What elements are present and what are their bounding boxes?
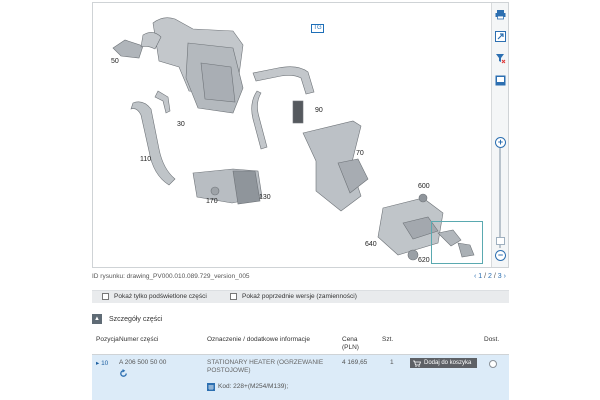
display-options-bar: Pokaż tylko podświetlone części Pokaż po… xyxy=(92,290,509,303)
print-icon[interactable] xyxy=(495,9,506,20)
availability-radio[interactable] xyxy=(489,360,497,368)
pager-page-1[interactable]: 1 xyxy=(478,273,482,280)
detail-zoom-box[interactable] xyxy=(431,221,483,264)
drawing-id-text: ID rysunku: drawing_PV000.010.089.729_ve… xyxy=(92,273,250,280)
callout-30[interactable]: 30 xyxy=(177,121,185,128)
callout-640[interactable]: 640 xyxy=(365,241,377,248)
cart-icon xyxy=(413,360,421,367)
zoom-in-icon[interactable]: + xyxy=(495,137,506,148)
parts-drawing-viewer[interactable]: TG 50 30 90 110 70 600 170 130 640 620 2… xyxy=(92,2,509,268)
row-code: Kod: 228+(M254/M139); xyxy=(218,383,289,390)
zoom-slider-handle[interactable] xyxy=(496,237,505,245)
col-designation[interactable]: Oznaczenie / dodatkowe informacje xyxy=(207,336,310,344)
col-part-number[interactable]: Numer części xyxy=(119,336,158,344)
show-previous-checkbox[interactable] xyxy=(230,293,237,300)
calendar-icon xyxy=(207,383,215,391)
pager-separator: / xyxy=(484,273,487,280)
callout-90[interactable]: 90 xyxy=(315,107,323,114)
row-position[interactable]: ▸ 10 xyxy=(96,360,108,368)
show-highlighted-option[interactable]: Pokaż tylko podświetlone części xyxy=(102,293,207,300)
col-position[interactable]: Pozycja xyxy=(96,336,119,344)
row-designation: STATIONARY HEATER (OGRZEWANIE POSTOJOWE) xyxy=(207,359,324,374)
row-price: 4 169,65 xyxy=(342,359,368,366)
refresh-icon[interactable] xyxy=(119,369,128,378)
callout-600[interactable]: 600 xyxy=(418,183,430,190)
show-highlighted-checkbox[interactable] xyxy=(102,293,109,300)
callout-110[interactable]: 110 xyxy=(140,156,151,163)
zoom-out-icon[interactable]: − xyxy=(495,250,506,261)
col-qty[interactable]: Szt. xyxy=(382,336,393,344)
pager-next-button[interactable]: › xyxy=(504,273,506,280)
row-part-number[interactable]: A 206 500 50 00 xyxy=(119,359,166,367)
callout-50[interactable]: 50 xyxy=(111,58,119,65)
viewer-toolbar: + − xyxy=(491,3,508,267)
collapse-toggle-button[interactable]: ▲ xyxy=(92,314,102,324)
show-previous-option[interactable]: Pokaż poprzednie wersje (zamienności) xyxy=(230,293,357,300)
drawing-pager: ‹ 1 / 2 / 3 › xyxy=(474,273,506,280)
callout-70[interactable]: 70 xyxy=(356,150,364,157)
table-row[interactable]: ▸ 10 A 206 500 50 00 STATIONARY HEATER (… xyxy=(92,355,509,400)
export-icon[interactable] xyxy=(495,31,506,42)
col-price-unit: (PLN) xyxy=(342,344,359,351)
row-quantity[interactable]: 1 xyxy=(390,359,394,367)
show-highlighted-label: Pokaż tylko podświetlone części xyxy=(114,293,207,300)
show-previous-label: Pokaż poprzednie wersje (zamienności) xyxy=(242,293,357,300)
diagram-reference-tag[interactable]: TG xyxy=(311,24,324,33)
part-details-header: ▲ Szczegóły części xyxy=(92,314,162,324)
zoom-slider-track[interactable] xyxy=(499,148,501,248)
parts-catalog-page: TG 50 30 90 110 70 600 170 130 640 620 2… xyxy=(0,0,600,400)
callout-130[interactable]: 130 xyxy=(259,194,271,201)
fullscreen-icon[interactable] xyxy=(495,75,506,86)
pager-separator: / xyxy=(493,273,496,280)
callout-620[interactable]: 620 xyxy=(418,257,430,264)
col-availability[interactable]: Dost. xyxy=(484,336,499,344)
filter-icon[interactable] xyxy=(495,53,506,64)
part-details-title: Szczegóły części xyxy=(109,315,163,323)
pager-page-2[interactable]: 2 xyxy=(488,273,492,280)
add-to-cart-label: Dodaj do koszyka xyxy=(424,360,472,366)
pager-page-3[interactable]: 3 xyxy=(498,273,502,280)
add-to-cart-button[interactable]: Dodaj do koszyka xyxy=(410,358,477,368)
pager-prev-button[interactable]: ‹ xyxy=(474,273,476,280)
callout-170[interactable]: 170 xyxy=(206,198,218,205)
col-price[interactable]: Cena xyxy=(342,336,358,344)
parts-table-header: Pozycja Numer części Oznaczenie / dodatk… xyxy=(92,333,509,355)
